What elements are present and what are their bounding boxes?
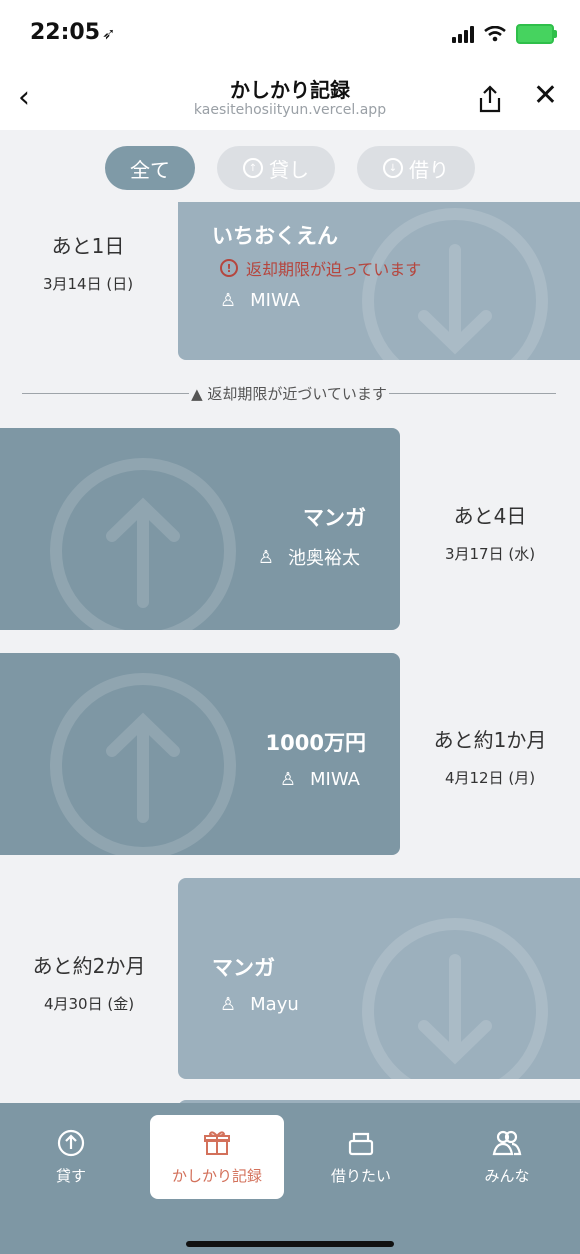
record-card-lend[interactable]: マンガ ♙ 池奥裕太 xyxy=(0,428,400,630)
record-card-borrow[interactable]: マンガ ♙ Mayu xyxy=(178,878,580,1079)
close-icon[interactable]: ✕ xyxy=(533,78,558,113)
person: ♙ MIWA xyxy=(280,769,360,790)
due-info: あと1日 3月14日 (日) xyxy=(18,230,158,294)
person-name: MIWA xyxy=(250,290,301,311)
person-icon: ♙ xyxy=(279,769,297,790)
item-name: いちおくえん xyxy=(212,224,338,248)
arrow-up-circle-icon: ↑ xyxy=(243,158,263,178)
wifi-icon xyxy=(484,26,506,42)
person: ♙ MIWA xyxy=(220,290,300,311)
status-icons xyxy=(452,24,557,44)
tab-label: かしかり記録 xyxy=(171,1166,262,1185)
battery-icon xyxy=(516,24,557,44)
arrow-up-circle-icon xyxy=(50,673,236,855)
person: ♙ Mayu xyxy=(220,994,299,1015)
tab-everyone[interactable]: みんな xyxy=(440,1115,574,1199)
tab-label: 貸す xyxy=(55,1166,86,1185)
filter-lend-label: 貸し xyxy=(269,157,309,182)
remaining-text: あと約2か月 xyxy=(32,954,146,978)
due-date: 3月17日 (水) xyxy=(444,545,536,563)
due-date: 4月12日 (月) xyxy=(444,769,536,787)
person-icon: ♙ xyxy=(220,994,237,1015)
gift-icon xyxy=(203,1129,231,1157)
arrow-down-circle-icon xyxy=(362,918,548,1079)
person-name: MIWA xyxy=(310,769,360,790)
due-date: 3月14日 (日) xyxy=(42,275,134,293)
item-name: マンガ xyxy=(303,506,366,530)
due-info: あと4日 3月17日 (水) xyxy=(410,500,570,564)
person-icon: ♙ xyxy=(220,290,237,311)
remaining-text: あと約1か月 xyxy=(433,728,547,752)
status-bar: 22:05 ➶ xyxy=(0,0,580,70)
filter-all-label: 全て xyxy=(130,157,170,182)
due-warning: ! 返却期限が迫っています xyxy=(220,256,421,280)
record-card-borrow[interactable]: いちおくえん ! 返却期限が迫っています ♙ MIWA xyxy=(178,202,580,360)
arrow-up-circle-icon xyxy=(57,1129,85,1157)
users-icon xyxy=(492,1129,522,1157)
item-name: マンガ xyxy=(212,956,275,980)
app-header: ‹ かしかり記録 kaesitehosiityun.vercel.app ✕ xyxy=(0,70,580,130)
due-info: あと約2か月 4月30日 (金) xyxy=(14,950,164,1014)
location-arrow-icon: ➶ xyxy=(102,24,116,43)
filter-borrow-label: 借り xyxy=(409,157,449,182)
arrow-down-circle-icon xyxy=(362,208,548,360)
tab-lend[interactable]: 貸す xyxy=(4,1115,138,1199)
filter-all-button[interactable]: 全て xyxy=(105,146,195,190)
due-info: あと約1か月 4月12日 (月) xyxy=(410,724,570,788)
tab-want-to-borrow[interactable]: 借りたい xyxy=(294,1115,428,1199)
tab-label: みんな xyxy=(484,1166,530,1185)
home-indicator[interactable] xyxy=(186,1241,394,1247)
remaining-text: あと1日 xyxy=(51,234,125,258)
record-card-lend[interactable]: 1000万円 ♙ MIWA xyxy=(0,653,400,855)
filter-bar: 全て ↑ 貸し ↓ 借り xyxy=(0,146,580,190)
tab-label: 借りたい xyxy=(330,1166,391,1185)
time-text: 22:05 xyxy=(30,20,101,45)
share-icon[interactable] xyxy=(476,84,504,114)
signal-icon xyxy=(452,25,474,43)
bottom-tab-bar: 貸す かしかり記録 借りたい みんな xyxy=(0,1103,580,1254)
remaining-text: あと4日 xyxy=(453,504,527,528)
person-name: 池奥裕太 xyxy=(288,548,360,569)
arrow-down-circle-icon: ↓ xyxy=(383,158,403,178)
arrow-up-circle-icon xyxy=(50,458,236,630)
item-name: 1000万円 xyxy=(265,731,366,755)
box-icon xyxy=(347,1129,375,1157)
due-soon-divider: ▲ 返却期限が近づいています xyxy=(22,383,557,404)
person: ♙ 池奥裕太 xyxy=(258,544,360,570)
tab-records[interactable]: かしかり記録 xyxy=(150,1115,284,1199)
person-icon: ♙ xyxy=(257,546,274,568)
due-date: 4月30日 (金) xyxy=(43,995,135,1013)
status-time: 22:05 ➶ xyxy=(30,20,115,45)
filter-lend-button[interactable]: ↑ 貸し xyxy=(217,146,335,190)
person-name: Mayu xyxy=(250,994,299,1015)
alert-icon: ! xyxy=(220,259,238,277)
divider-text: ▲ 返却期限が近づいています xyxy=(191,385,387,403)
warning-text: 返却期限が迫っています xyxy=(246,260,422,279)
filter-borrow-button[interactable]: ↓ 借り xyxy=(357,146,475,190)
